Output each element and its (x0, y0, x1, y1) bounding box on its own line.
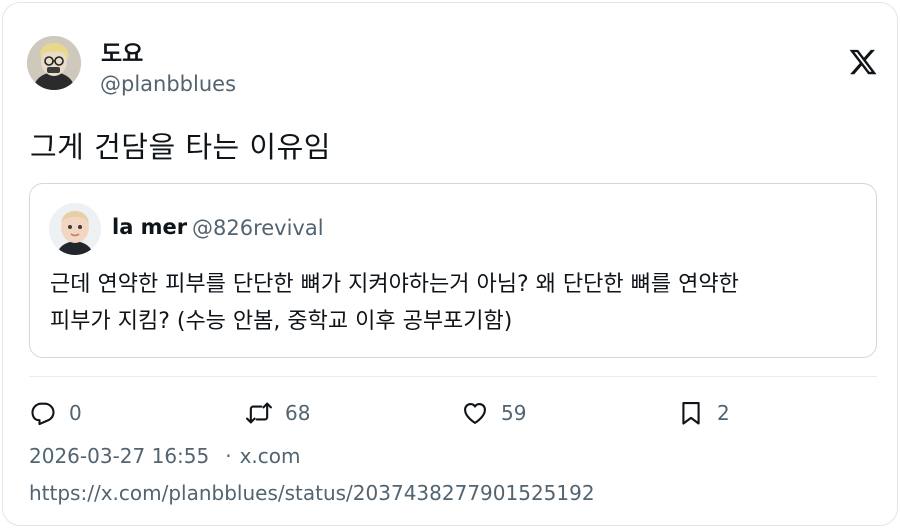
quoted-tweet[interactable]: la mer @826revival 근데 연약한 피부를 단단한 뼈가 지켜야… (29, 183, 877, 358)
quoted-handle[interactable]: @826revival (192, 216, 324, 240)
tweet-text: 그게 건담을 타는 이유임 (30, 130, 331, 164)
quoted-text: 근데 연약한 피부를 단단한 뼈가 지켜야하는거 아님? 왜 단단한 뼈를 연약… (50, 272, 739, 334)
repost-icon (246, 402, 272, 424)
timestamp[interactable]: 2026-03-27 16:55 (29, 444, 209, 468)
reply-button[interactable]: 0 (29, 396, 82, 430)
tweet-card: 도요 @planbblues 그게 건담을 타는 이유임 la mer @826… (2, 2, 898, 526)
repost-button[interactable]: 68 (245, 396, 310, 430)
bookmark-button[interactable]: 2 (677, 396, 730, 430)
tweet-url-link[interactable]: https://x.com/planbblues/status/20374382… (29, 481, 595, 505)
quoted-avatar-image (49, 203, 101, 255)
quoted-display-name[interactable]: la mer (112, 215, 187, 239)
like-button[interactable]: 59 (461, 396, 526, 430)
divider (29, 376, 877, 377)
site-link[interactable]: x.com (240, 444, 301, 468)
meta-separator: · (225, 444, 232, 468)
author-display-name[interactable]: 도요 (101, 34, 143, 68)
like-count: 59 (501, 401, 527, 425)
bookmark-icon (682, 402, 700, 425)
quoted-avatar[interactable] (49, 203, 101, 255)
repost-count: 68 (285, 401, 311, 425)
x-logo-icon[interactable] (848, 47, 878, 77)
reply-icon (31, 402, 55, 426)
tweet-meta: 2026-03-27 16:55 · x.com (29, 444, 301, 468)
reply-count: 0 (69, 401, 82, 425)
bookmark-count: 2 (717, 401, 730, 425)
author-avatar[interactable] (27, 36, 81, 90)
author-handle[interactable]: @planbblues (100, 72, 236, 96)
author-avatar-image (27, 36, 81, 90)
heart-icon (464, 402, 486, 424)
